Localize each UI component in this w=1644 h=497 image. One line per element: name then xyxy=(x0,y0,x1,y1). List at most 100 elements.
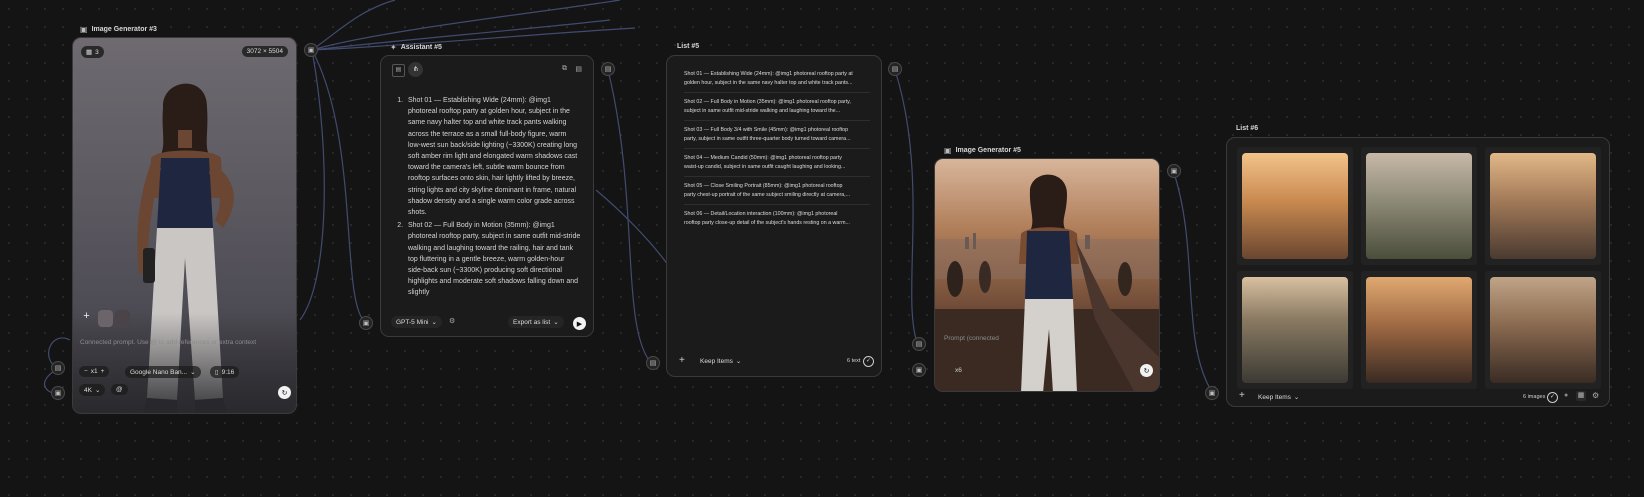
result-image-2 xyxy=(1366,153,1472,259)
text-input-port[interactable]: ▤ xyxy=(51,361,65,375)
notes-icon[interactable]: ▤ xyxy=(575,65,582,73)
image-cell[interactable] xyxy=(1237,271,1353,389)
minus-icon[interactable]: − xyxy=(84,368,88,375)
keep-items-select[interactable]: Keep Items ⌄ xyxy=(695,355,746,367)
result-image-1 xyxy=(1242,153,1348,259)
model-select[interactable]: GPT-5 Mini ⌄ xyxy=(391,316,442,328)
image-cell[interactable] xyxy=(1361,271,1477,389)
image-generator-5-title: ▣ Image Generator #5 xyxy=(944,146,1021,155)
item-count: 6 images xyxy=(1523,394,1546,400)
run-button[interactable]: ▶ xyxy=(573,317,586,330)
at-icon: @ xyxy=(116,386,123,393)
image-cell[interactable] xyxy=(1485,147,1601,265)
assistant-5-panel[interactable]: ▤ ⋔ ⧉ ▤ Shot 01 — Establishing Wide (24m… xyxy=(380,55,594,337)
settings-icon[interactable]: ⚙ xyxy=(449,317,455,325)
result-image-6 xyxy=(1490,277,1596,383)
document-icon[interactable]: ▤ xyxy=(392,64,405,77)
chevron-down-icon: ⌄ xyxy=(735,358,742,365)
add-reference-button[interactable]: + xyxy=(80,310,93,323)
text-icon: ▤ xyxy=(891,66,899,73)
export-as-list-select[interactable]: Export as list ⌄ xyxy=(508,316,564,328)
prompt-input[interactable]: Connected prompt. Use @ to add reference… xyxy=(80,338,270,348)
image-icon: ▣ xyxy=(54,390,62,397)
image-output-port[interactable]: ▣ xyxy=(304,43,318,57)
image-generator-5-panel[interactable]: Prompt (connected x6 ↻ xyxy=(934,158,1160,392)
chevron-down-icon: ⌄ xyxy=(431,319,437,326)
mention-button[interactable]: @ xyxy=(111,384,128,395)
list-item[interactable]: Shot 02 — Full Body in Motion (35mm): @i… xyxy=(684,93,870,121)
copy-icon[interactable]: ⧉ xyxy=(562,65,567,73)
quantity-label[interactable]: x6 xyxy=(955,367,962,374)
list-item: Shot 01 — Establishing Wide (24mm): @img… xyxy=(405,95,581,218)
sparkle-icon: ✦ xyxy=(390,43,397,52)
list-5-title: List #5 xyxy=(677,43,700,50)
dot-icon[interactable]: ● xyxy=(1564,392,1568,399)
image-count-badge[interactable]: ▦ 3 xyxy=(81,46,104,58)
chevron-down-icon: ⌄ xyxy=(1293,394,1300,401)
text-icon: ▤ xyxy=(604,66,612,73)
result-image-5 xyxy=(1366,277,1472,383)
list-item[interactable]: Shot 06 — Detail/Location interaction (1… xyxy=(684,205,870,232)
image-icon: ▣ xyxy=(80,25,88,34)
image-icon: ▣ xyxy=(362,320,370,327)
list-5-panel[interactable]: Shot 01 — Establishing Wide (24mm): @img… xyxy=(666,55,882,377)
generated-rooftop-image xyxy=(935,174,1159,391)
image-input-port[interactable]: ▣ xyxy=(912,363,926,377)
shot-list: Shot 01 — Establishing Wide (24mm): @img… xyxy=(684,65,870,232)
regenerate-button[interactable]: ↻ xyxy=(1140,364,1153,377)
check-circle-icon[interactable]: ✓ xyxy=(1547,392,1558,403)
grid-icon: ▦ xyxy=(86,49,93,56)
list-item[interactable]: Shot 03 — Full Body 3/4 with Smile (45mm… xyxy=(684,121,870,149)
regenerate-button[interactable]: ↻ xyxy=(278,386,291,399)
image-icon: ▣ xyxy=(1208,390,1216,397)
aspect-ratio-select[interactable]: ▯ 9:16 xyxy=(210,366,240,378)
plus-icon[interactable]: + xyxy=(101,368,105,375)
text-input-port[interactable]: ▤ xyxy=(646,356,660,370)
list-item[interactable]: Shot 04 — Medium Candid (50mm): @img1 ph… xyxy=(684,149,870,177)
assistant-output: Shot 01 — Establishing Wide (24mm): @img… xyxy=(393,95,581,300)
output-port[interactable]: ▤ xyxy=(888,62,902,76)
resolution-badge: 3072 × 5504 xyxy=(241,46,288,57)
result-image-3 xyxy=(1490,153,1596,259)
output-port[interactable]: ▤ xyxy=(601,62,615,76)
image-cell[interactable] xyxy=(1361,147,1477,265)
model-select[interactable]: Google Nano Ban... ⌄ xyxy=(125,366,201,378)
nodes-icon[interactable]: ⋔ xyxy=(408,62,423,77)
image-output-port[interactable]: ▣ xyxy=(1167,164,1181,178)
reference-thumbnail-1[interactable] xyxy=(98,310,113,327)
keep-items-select[interactable]: Keep Items ⌄ xyxy=(1253,391,1304,403)
chevron-down-icon: ⌄ xyxy=(190,369,196,376)
list-item[interactable]: Shot 01 — Establishing Wide (24mm): @img… xyxy=(684,65,870,93)
result-image-4 xyxy=(1242,277,1348,383)
list-item[interactable]: Shot 05 — Close Smiling Portrait (85mm):… xyxy=(684,177,870,205)
list-item: Shot 02 — Full Body in Motion (35mm): @i… xyxy=(405,220,581,298)
image-generator-3-panel[interactable]: ▦ 3 3072 × 5504 + Connected prompt. Use … xyxy=(72,37,297,414)
list-6-panel[interactable]: + Keep Items ⌄ 6 images ✓ ● ▦ ⚙ xyxy=(1226,137,1610,407)
text-input-port[interactable]: ▤ xyxy=(912,337,926,351)
settings-icon[interactable]: ⚙ xyxy=(1592,391,1599,400)
quality-select[interactable]: 4K ⌄ xyxy=(79,384,106,396)
image-cell[interactable] xyxy=(1485,271,1601,389)
chevron-down-icon: ⌄ xyxy=(94,387,101,394)
image-icon: ▣ xyxy=(307,47,315,54)
image-input-port[interactable]: ▣ xyxy=(1205,386,1219,400)
text-icon: ▤ xyxy=(649,360,657,367)
prompt-input[interactable]: Prompt (connected xyxy=(944,335,999,342)
image-icon: ▣ xyxy=(1170,168,1178,175)
add-item-button[interactable]: + xyxy=(1239,390,1245,401)
image-input-port[interactable]: ▣ xyxy=(359,316,373,330)
add-item-button[interactable]: + xyxy=(679,355,685,366)
aspect-icon: ▯ xyxy=(215,369,219,376)
reference-thumbnail-2[interactable] xyxy=(115,310,130,327)
image-input-port[interactable]: ▣ xyxy=(51,386,65,400)
quantity-stepper[interactable]: − x1 + xyxy=(79,366,110,377)
text-icon: ▤ xyxy=(54,365,62,372)
image-icon: ▣ xyxy=(915,367,923,374)
chevron-down-icon: ⌄ xyxy=(553,319,559,326)
grid-view-icon[interactable]: ▦ xyxy=(1576,391,1586,401)
image-icon: ▣ xyxy=(944,146,952,155)
image-cell[interactable] xyxy=(1237,147,1353,265)
assistant-5-title: ✦ Assistant #5 xyxy=(390,43,442,52)
check-circle-icon[interactable]: ✓ xyxy=(863,356,874,367)
item-count: 6 text xyxy=(847,358,861,364)
